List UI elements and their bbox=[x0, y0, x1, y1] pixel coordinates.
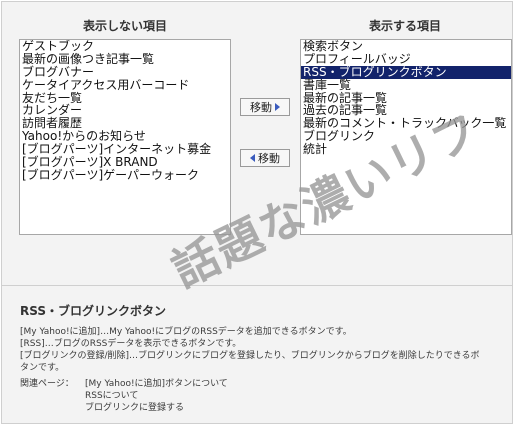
hidden-item[interactable]: ゲストブック bbox=[20, 40, 230, 53]
description-line: [ブログリンクの登録/削除]…ブログリンクにブログを登録したり、ブログリンクから… bbox=[20, 351, 480, 361]
shown-item-selected[interactable]: RSS・ブログリンクボタン bbox=[301, 65, 511, 79]
shown-item[interactable]: ブログリンク bbox=[301, 130, 511, 143]
shown-items-title: 表示する項目 bbox=[368, 19, 441, 33]
shown-item[interactable]: プロフィールバッジ bbox=[301, 52, 511, 66]
shown-items-listbox[interactable]: 検索ボタン プロフィールバッジ RSS・ブログリンクボタン 書庫一覧 最新の記事… bbox=[300, 39, 512, 235]
shown-item[interactable]: 書庫一覧 bbox=[301, 78, 511, 92]
arrow-left-icon bbox=[250, 154, 255, 162]
hidden-item[interactable]: ブログバナー bbox=[20, 65, 230, 79]
shown-item[interactable]: 検索ボタン bbox=[301, 40, 511, 53]
description-line: タンです。 bbox=[20, 363, 65, 373]
description-line: [RSS]…ブログのRSSデータを表示できるボタンです。 bbox=[20, 339, 242, 349]
move-to-hidden-label: 移動 bbox=[258, 152, 280, 165]
hidden-item[interactable]: 最新の画像つき記事一覧 bbox=[20, 52, 230, 66]
move-to-shown-label: 移動 bbox=[250, 101, 272, 114]
related-link-rss[interactable]: RSSについて bbox=[85, 390, 138, 402]
hidden-item[interactable]: [ブログパーツ]ゲーパーウォーク bbox=[20, 169, 230, 182]
hidden-items-listbox[interactable]: ゲストブック 最新の画像つき記事一覧 ブログバナー ケータイアクセス用バーコード… bbox=[19, 39, 231, 235]
hidden-items-title: 表示しない項目 bbox=[82, 19, 167, 33]
related-pages-label: 関連ページ： bbox=[20, 379, 74, 389]
related-link-myyahoo[interactable]: [My Yahoo!に追加]ボタンについて bbox=[85, 378, 228, 390]
item-selector-panel: 表示しない項目 表示する項目 ゲストブック 最新の画像つき記事一覧 ブログバナー… bbox=[2, 2, 512, 286]
hidden-item[interactable]: [ブログパーツ]X BRAND bbox=[20, 156, 230, 169]
settings-frame: 表示しない項目 表示する項目 ゲストブック 最新の画像つき記事一覧 ブログバナー… bbox=[1, 1, 513, 424]
description-line: [My Yahoo!に追加]…My Yahoo!にブログのRSSデータを追加でき… bbox=[20, 327, 352, 337]
item-description-panel: RSS・ブログリンクボタン [My Yahoo!に追加]…My Yahoo!にブ… bbox=[2, 286, 512, 423]
description-title: RSS・ブログリンクボタン bbox=[20, 304, 166, 318]
arrow-right-icon bbox=[275, 103, 280, 111]
related-link-bloglink[interactable]: ブログリンクに登録する bbox=[85, 402, 184, 414]
shown-item[interactable]: 統計 bbox=[301, 143, 511, 156]
move-to-hidden-button[interactable]: 移動 bbox=[240, 149, 290, 167]
hidden-item[interactable]: ケータイアクセス用バーコード bbox=[20, 78, 230, 92]
move-to-shown-button[interactable]: 移動 bbox=[240, 98, 290, 116]
